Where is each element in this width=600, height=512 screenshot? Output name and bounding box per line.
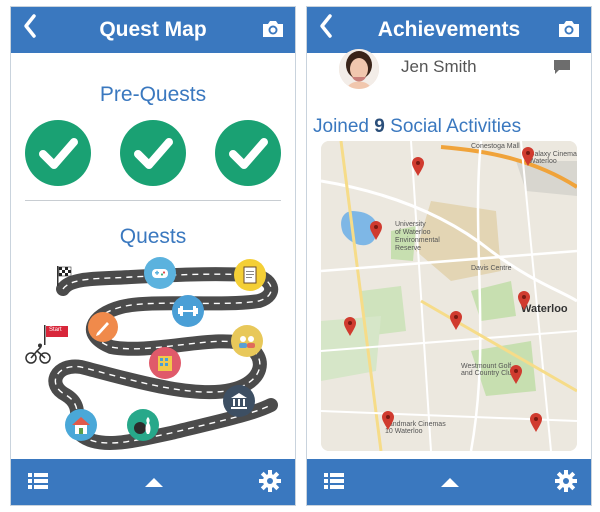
gear-icon[interactable]: [555, 470, 577, 497]
map-pin-icon[interactable]: [343, 317, 357, 337]
check-icon[interactable]: [25, 120, 91, 186]
check-icon[interactable]: [120, 120, 186, 186]
check-icon[interactable]: [215, 120, 281, 186]
map-pin-icon[interactable]: [381, 411, 395, 431]
joined-prefix: Joined: [313, 116, 369, 137]
up-arrow-icon[interactable]: [143, 475, 165, 493]
building-icon[interactable]: [149, 347, 181, 379]
pencil-icon[interactable]: [88, 312, 118, 342]
section-divider: [25, 200, 281, 201]
activities-count: 9: [374, 116, 385, 137]
notepad-icon[interactable]: [234, 259, 266, 291]
activities-map[interactable]: Conestoga Mall Galaxy Cinemas Waterloo U…: [321, 141, 577, 451]
map-label-conestoga: Conestoga Mall: [471, 143, 520, 150]
header-bar: Quest Map: [11, 7, 295, 53]
comment-icon[interactable]: [553, 59, 571, 80]
cyclist-icon: [25, 343, 51, 370]
gear-icon[interactable]: [259, 470, 281, 497]
map-pin-icon[interactable]: [411, 157, 425, 177]
camera-icon[interactable]: [557, 19, 581, 44]
map-pin-icon[interactable]: [529, 413, 543, 433]
map-pin-icon[interactable]: [521, 147, 535, 167]
house-icon[interactable]: [65, 409, 97, 441]
bank-icon[interactable]: [223, 385, 255, 417]
page-title: Achievements: [377, 18, 521, 41]
start-flag-label: Start: [49, 327, 62, 333]
achievements-screen: Achievements Jen Smith Joined 9 Social A…: [306, 6, 592, 506]
quests-title: Quests: [119, 225, 187, 248]
user-name: Jen Smith: [401, 57, 477, 76]
pre-quests-title: Pre-Quests: [99, 83, 207, 106]
people-icon[interactable]: [231, 325, 263, 357]
up-arrow-icon[interactable]: [439, 475, 461, 493]
gamepad-icon[interactable]: [144, 257, 176, 289]
bottom-bar: [11, 459, 295, 505]
finish-flag-icon: [56, 265, 74, 292]
map-pin-icon[interactable]: [509, 365, 523, 385]
activities-summary: Joined 9 Social Activities: [313, 116, 521, 138]
map-background: [321, 141, 577, 451]
dumbbell-icon[interactable]: [172, 295, 204, 327]
map-pin-icon[interactable]: [449, 311, 463, 331]
bottom-bar: [307, 459, 591, 505]
list-icon[interactable]: [323, 470, 345, 497]
avatar: [339, 49, 379, 89]
quest-map-screen: Quest Map Pre-Quests Quests Start: [10, 6, 296, 506]
map-label-galaxy: Galaxy Cinemas Waterloo: [529, 151, 577, 165]
bowling-icon[interactable]: [127, 409, 159, 441]
camera-icon[interactable]: [261, 19, 285, 44]
map-label-davis: Davis Centre: [471, 265, 512, 272]
map-label-uw: University of Waterloo Environmental Res…: [395, 221, 440, 252]
map-pin-icon[interactable]: [517, 291, 531, 311]
activities-suffix: Social Activities: [390, 116, 522, 137]
map-label-westmount: Westmount Golf and Country Club: [461, 363, 516, 377]
map-pin-icon[interactable]: [369, 221, 383, 241]
list-icon[interactable]: [27, 470, 49, 497]
page-title: Quest Map: [99, 18, 207, 41]
header-bar: Achievements: [307, 7, 591, 53]
